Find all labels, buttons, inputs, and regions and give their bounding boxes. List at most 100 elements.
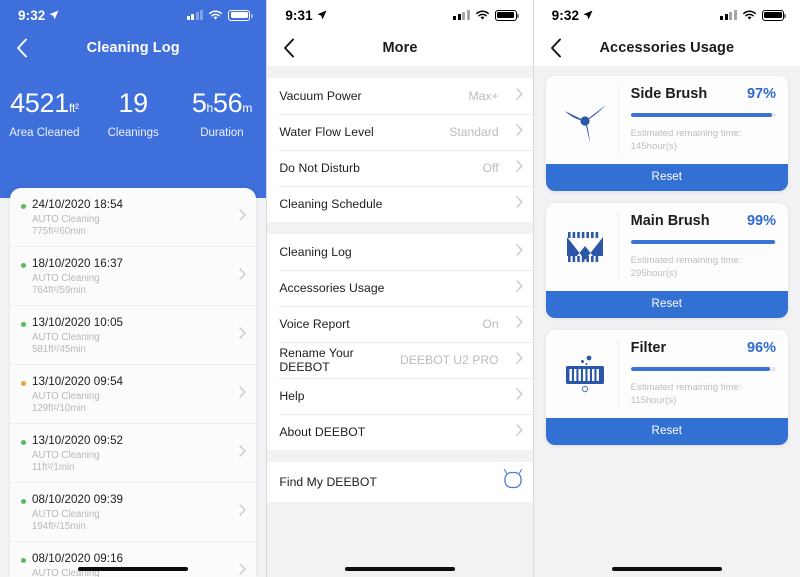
menu-item-label: Find My DEEBOT (279, 475, 377, 489)
stat-duration-hours: 5 (191, 88, 207, 118)
log-mode: AUTO Cleaning (32, 450, 100, 461)
chevron-right-icon (239, 503, 246, 521)
accessory-estimate: Estimated remaining time: 115hour(s) (630, 381, 742, 406)
menu-item-value: On (482, 317, 499, 331)
list-item[interactable]: 24/10/2020 18:54 AUTO Cleaning 775ft²/60… (10, 188, 257, 247)
list-item[interactable]: 13/10/2020 09:52 AUTO Cleaning 11ft²/1mi… (10, 424, 257, 483)
status-bar-right (720, 9, 787, 21)
menu-item-find-my-deebot[interactable]: Find My DEEBOT (267, 462, 533, 502)
more-group-device-settings: Vacuum Power Max+ Water Flow Level Stand… (267, 78, 533, 222)
side-brush-icon (552, 86, 618, 154)
status-time: 9:32 (18, 7, 46, 23)
menu-item-about-deebot[interactable]: About DEEBOT (267, 414, 533, 450)
list-item[interactable]: 13/10/2020 10:05 AUTO Cleaning 581ft²/45… (10, 306, 257, 365)
stat-duration-minutes-unit: m (242, 101, 253, 115)
panel-more: 9:31 More Vacuum Power Max+ Water Flow L… (267, 0, 533, 577)
chevron-right-icon (239, 267, 246, 285)
home-indicator (78, 567, 189, 571)
log-meta: 11ft²/1min (32, 462, 75, 473)
status-bar-left: 9:31 (285, 8, 327, 23)
menu-item-do-not-disturb[interactable]: Do Not Disturb Off (267, 150, 533, 186)
reset-button[interactable]: Reset (545, 290, 788, 318)
status-dot (21, 381, 26, 386)
chevron-right-icon (516, 387, 523, 405)
cleaning-log-list[interactable]: 24/10/2020 18:54 AUTO Cleaning 775ft²/60… (10, 188, 257, 577)
chevron-right-icon (516, 159, 523, 177)
menu-item-label: About DEEBOT (279, 425, 366, 439)
log-date: 08/10/2020 09:16 (32, 552, 124, 565)
status-bar-right (186, 9, 253, 21)
menu-item-value: Max+ (468, 89, 499, 103)
status-dot (21, 558, 26, 563)
location-arrow-icon (583, 10, 593, 20)
log-mode: AUTO Cleaning (32, 273, 100, 284)
section-gap (267, 502, 533, 514)
list-item[interactable]: 08/10/2020 09:16 AUTO Cleaning 151ft²/12… (10, 542, 256, 577)
page-title: Cleaning Log (86, 40, 180, 56)
menu-item-vacuum-power[interactable]: Vacuum Power Max+ (267, 78, 533, 114)
stat-area-number: 4521 (10, 88, 69, 118)
menu-item-help[interactable]: Help (267, 378, 533, 414)
accessory-percent: 96% (746, 339, 776, 356)
accessory-name: Main Brush (630, 212, 710, 229)
status-bar-left: 9:32 (552, 8, 593, 23)
log-meta: 764ft²/59min (32, 285, 86, 296)
reset-button[interactable]: Reset (545, 163, 788, 191)
list-item[interactable]: 18/10/2020 16:37 AUTO Cleaning 764ft²/59… (10, 247, 257, 306)
chevron-right-icon (239, 444, 246, 462)
stat-area-unit: ft² (68, 101, 79, 115)
menu-item-voice-report[interactable]: Voice Report On (267, 306, 533, 342)
chevron-left-icon (550, 38, 561, 58)
menu-item-rename-your-deebot[interactable]: Rename Your DEEBOT DEEBOT U2 PRO (267, 342, 533, 378)
status-dot (21, 263, 26, 268)
log-date: 13/10/2020 10:05 (32, 316, 124, 329)
chevron-right-icon (516, 123, 523, 141)
status-time: 9:32 (551, 7, 580, 23)
filter-icon (552, 340, 618, 408)
menu-item-label: Do Not Disturb (279, 161, 360, 175)
menu-item-label: Accessories Usage (279, 281, 385, 295)
accessory-info: Side Brush 97% Estimated remaining time:… (617, 86, 776, 154)
menu-item-label: Water Flow Level (279, 125, 374, 139)
status-bar: 9:31 (267, 0, 532, 30)
accessory-estimate: Estimated remaining time: 145hour(s) (630, 128, 742, 152)
accessory-card-side-brush: Side Brush 97% Estimated remaining time:… (545, 76, 788, 191)
menu-item-water-flow-level[interactable]: Water Flow Level Standard (267, 114, 533, 150)
signal-bars-icon (186, 10, 204, 20)
menu-item-value: Off (482, 161, 499, 175)
list-item[interactable]: 08/10/2020 09:39 AUTO Cleaning 194ft²/15… (10, 483, 257, 542)
menu-item-label: Cleaning Log (279, 245, 352, 259)
log-mode: AUTO Cleaning (32, 509, 100, 520)
accessory-name: Filter (630, 339, 667, 356)
log-meta: 581ft²/45min (32, 344, 86, 355)
menu-item-label: Voice Report (279, 317, 350, 331)
reset-button[interactable]: Reset (545, 417, 788, 445)
menu-item-accessories-usage[interactable]: Accessories Usage (267, 270, 533, 306)
menu-item-value: DEEBOT U2 PRO (400, 353, 499, 367)
log-date: 08/10/2020 09:39 (32, 493, 124, 506)
chevron-right-icon (239, 208, 246, 226)
menu-item-cleaning-schedule[interactable]: Cleaning Schedule (267, 186, 533, 222)
stat-area-cleaned: 4521ft² Area Cleaned (0, 88, 89, 140)
status-dot (21, 204, 26, 209)
menu-item-cleaning-log[interactable]: Cleaning Log (267, 234, 533, 270)
stat-duration: 5h56m Duration (178, 88, 267, 140)
status-bar-left: 9:32 (18, 8, 59, 23)
page-title: Accessories Usage (599, 40, 735, 56)
back-button[interactable] (545, 37, 567, 59)
accessory-progress-bar (630, 366, 776, 371)
signal-bars-icon (720, 10, 737, 20)
log-date: 13/10/2020 09:54 (32, 375, 124, 388)
log-date: 24/10/2020 18:54 (32, 198, 124, 211)
accessory-header: Side Brush 97% (631, 86, 776, 102)
deebot-robot-icon[interactable] (502, 468, 524, 497)
stat-duration-minutes: 56 (212, 88, 243, 118)
chevron-right-icon (516, 315, 523, 333)
stat-cleanings: 19 Cleanings (89, 90, 178, 140)
back-button[interactable] (11, 37, 33, 59)
back-button[interactable] (278, 37, 300, 59)
list-item[interactable]: 13/10/2020 09:54 AUTO Cleaning 129ft²/10… (10, 365, 257, 424)
chevron-right-icon (516, 195, 523, 213)
cleaning-stats: 4521ft² Area Cleaned 19 Cleanings 5h56m … (0, 88, 267, 140)
chevron-left-icon (17, 38, 27, 58)
